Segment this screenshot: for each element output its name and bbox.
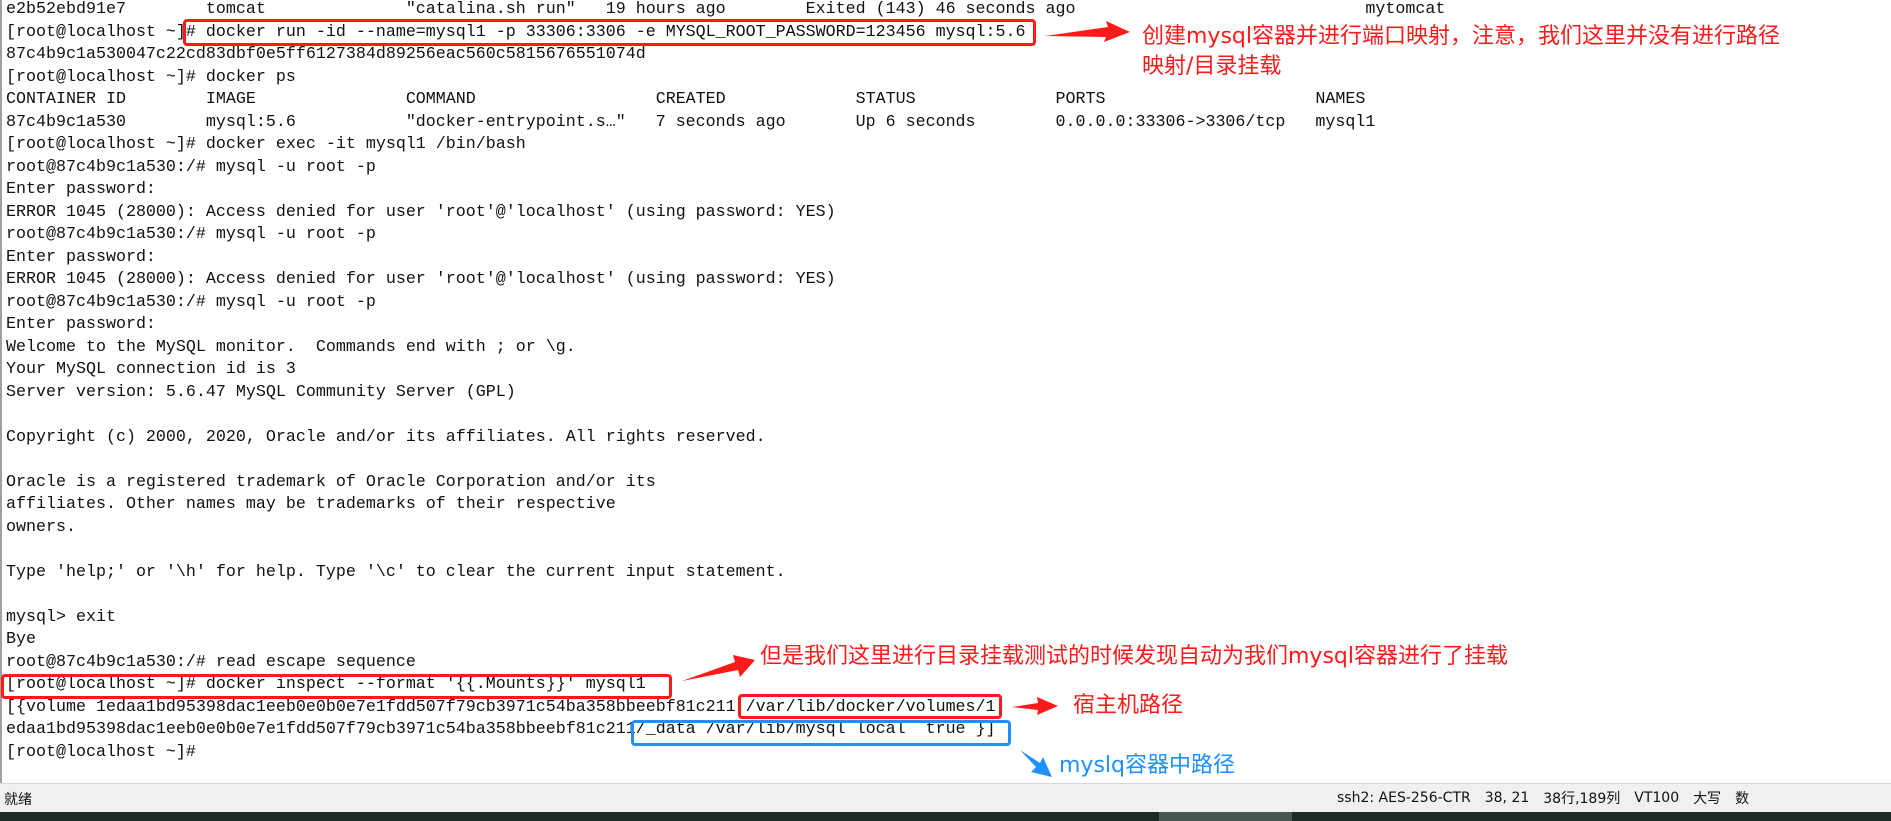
status-bar: 就绪 ssh2: AES-256-CTR 38, 21 38行,189列 VT1… [0,783,1891,812]
arrow-icon [1045,21,1130,42]
note-1-line-2: 映射/目录挂载 [1142,54,1282,79]
annotation-note-2: 但是我们这里进行目录挂载测试的时候发现自动为我们mysql容器进行了挂载 [760,644,1508,669]
taskbar-item[interactable] [1159,812,1292,821]
status-num: 数 [1735,791,1750,807]
status-emulation: VT100 [1634,790,1680,806]
status-ready: 就绪 [4,792,32,808]
status-right-panel: ssh2: AES-256-CTR 38, 21 38行,189列 VT100 … [1337,784,1749,812]
arrow-icon [1020,750,1052,777]
annotation-note-3: 宿主机路径 [1073,693,1184,718]
status-caps: 大写 [1693,791,1722,807]
status-cipher: ssh2: AES-256-CTR [1337,790,1471,806]
taskbar [0,812,1891,821]
annotation-arrows [682,21,1130,777]
status-cursor: 38, 21 [1484,790,1530,806]
annotation-note-1: 创建mysql容器并进行端口映射，注意，我们这里并没有进行路径 映射/目录挂载 [1142,22,1780,82]
annotation-note-4: myslq容器中路径 [1059,753,1235,778]
arrow-icon [1012,697,1058,715]
arrow-icon [682,655,755,681]
note-1-line-1: 创建mysql容器并进行端口映射，注意，我们这里并没有进行路径 [1142,24,1780,49]
status-size: 38行,189列 [1543,791,1621,807]
